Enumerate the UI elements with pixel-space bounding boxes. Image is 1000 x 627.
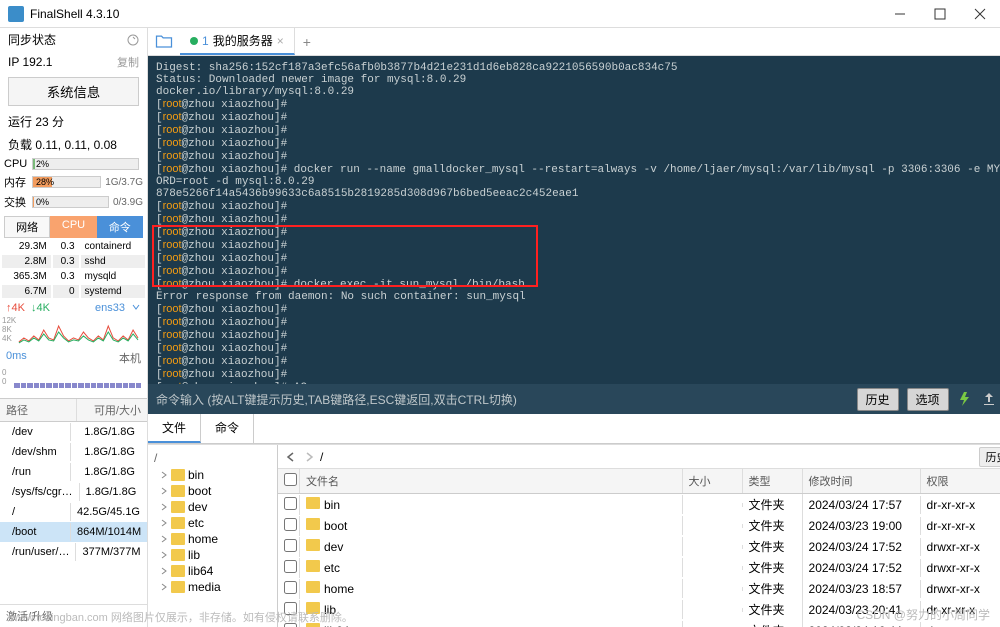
path-display[interactable]: / [320,450,323,464]
filesystem-list: /dev1.8G/1.8G/dev/shm1.8G/1.8G/run1.8G/1… [0,422,147,604]
footer-watermark: www.toxingban.com 网络图片仅展示，非存储。如有侵权请联系删除。 [10,609,353,625]
minimize-button[interactable] [880,0,920,28]
swap-label: 交换 [4,194,32,210]
system-info-button[interactable]: 系统信息 [8,77,139,106]
select-all-checkbox[interactable] [284,473,297,486]
seg-network-button[interactable]: 网络 [4,216,50,238]
col-perm[interactable]: 权限 [921,469,1000,493]
fs-path-header[interactable]: 路径 [0,399,77,421]
fs-row[interactable]: /dev/shm1.8G/1.8G [0,442,147,462]
upload-icon[interactable] [981,391,997,407]
credit-watermark: CSDN @努力的小周同学 [856,606,990,623]
load: 负载 0.11, 0.11, 0.08 [8,136,117,153]
folder-icon[interactable] [154,32,174,52]
tree-item[interactable]: lib [150,547,275,563]
col-size[interactable]: 大小 [683,469,743,493]
tree-item[interactable]: boot [150,483,275,499]
file-row[interactable]: boot文件夹2024/03/23 19:00dr-xr-xr-xroot/ro… [278,515,1000,536]
swap-bar: 0% [32,196,109,208]
col-check[interactable] [278,469,300,493]
col-type[interactable]: 类型 [743,469,803,493]
fs-row[interactable]: /dev1.8G/1.8G [0,422,147,442]
lightning-icon[interactable] [957,391,973,407]
network-sparkline [4,318,143,346]
cpu-bar: 2% [32,158,139,170]
process-table: 29.3M0.3containerd 2.8M0.3sshd 365.3M0.3… [0,238,147,300]
col-name[interactable]: 文件名 [300,469,683,493]
file-row[interactable]: bin文件夹2024/03/24 17:57dr-xr-xr-xroot/roo… [278,494,1000,515]
net-download: ↓4K [31,302,50,314]
chevron-down-icon[interactable] [131,302,141,312]
cpu-label: CPU [4,158,32,170]
app-icon [8,6,24,22]
back-icon[interactable] [284,450,298,464]
sync-icon[interactable] [127,34,139,46]
app-title: FinalShell 4.3.10 [30,7,119,21]
tree-item[interactable]: bin [150,467,275,483]
ping-bars [14,370,141,388]
fs-row[interactable]: /42.5G/45.1G [0,502,147,522]
file-row[interactable]: dev文件夹2024/03/24 17:52drwxr-xr-xroot/roo… [278,536,1000,557]
tab-server[interactable]: 1我的服务器× [180,28,295,55]
fs-row[interactable]: /run1.8G/1.8G [0,462,147,482]
tree-item[interactable]: dev [150,499,275,515]
mem-label: 内存 [4,174,32,190]
mem-bar: 28% [32,176,101,188]
ip-value: IP 192.1 [8,55,52,69]
sync-status-label: 同步状态 [8,31,56,48]
tb-history-button[interactable]: 历史 [979,447,1000,467]
cmd-input-hint[interactable]: 命令输入 (按ALT键提示历史,TAB键路径,ESC键返回,双击CTRL切换) [156,391,849,408]
net-upload: ↑4K [6,302,25,314]
forward-icon[interactable] [302,450,316,464]
close-tab-icon[interactable]: × [277,34,284,48]
copy-ip-button[interactable]: 复制 [117,54,139,70]
status-dot-icon [190,37,198,45]
fs-row[interactable]: /sys/fs/cgr…1.8G/1.8G [0,482,147,502]
terminal[interactable]: Digest: sha256:152cf187a3efc56afb0b3877b… [148,56,1000,384]
tree-item[interactable]: media [150,579,275,595]
net-iface[interactable]: ens33 [95,302,125,314]
seg-cmd-button[interactable]: 命令 [97,216,143,238]
col-mtime[interactable]: 修改时间 [803,469,921,493]
fs-row[interactable]: /boot864M/1014M [0,522,147,542]
fs-row[interactable]: /run/user/…377M/377M [0,542,147,562]
file-row[interactable]: home文件夹2024/03/23 18:57drwxr-xr-xroot/ro… [278,578,1000,599]
maximize-button[interactable] [920,0,960,28]
tree-item[interactable]: lib64 [150,563,275,579]
file-tab[interactable]: 文件 [148,414,201,443]
cmd-tab[interactable]: 命令 [201,414,254,443]
close-button[interactable] [960,0,1000,28]
tree-item[interactable]: home [150,531,275,547]
ping-host[interactable]: 本机 [119,350,141,366]
history-button[interactable]: 历史 [857,388,899,411]
tree-root[interactable]: / [150,449,275,467]
sidebar: 同步状态 IP 192.1 复制 系统信息 运行 23 分 负载 0.11, 0.… [0,28,148,627]
tree-panel: / binbootdevetchomeliblib64media [148,445,278,627]
options-button[interactable]: 选项 [907,388,949,411]
seg-cpu-button[interactable]: CPU [50,216,96,238]
add-tab-button[interactable]: + [295,34,319,50]
file-row[interactable]: etc文件夹2024/03/24 17:52drwxr-xr-xroot/roo… [278,557,1000,578]
uptime: 运行 23 分 [8,113,64,130]
tree-item[interactable]: etc [150,515,275,531]
ping-time: 0ms [6,350,27,366]
fs-size-header[interactable]: 可用/大小 [77,399,147,421]
